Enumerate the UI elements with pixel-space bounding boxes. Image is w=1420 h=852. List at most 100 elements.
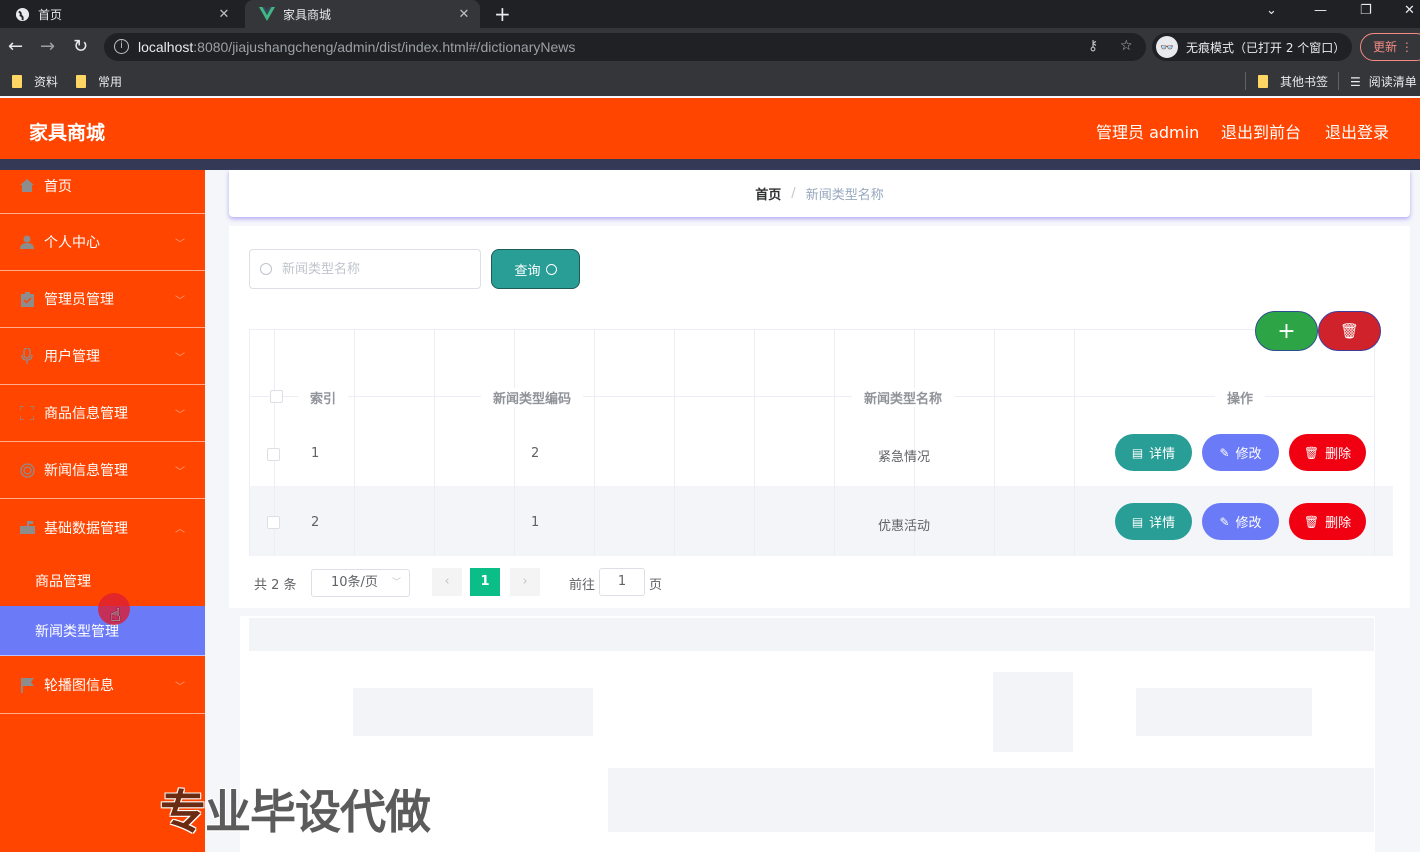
user-icon — [19, 234, 35, 250]
exit-to-frontend-link[interactable]: 退出到前台 — [1221, 119, 1301, 143]
sidebar-item-base-data[interactable]: 基础数据管理 ︿ — [0, 499, 205, 556]
pencil-icon: ✎ — [1219, 445, 1230, 460]
news-type-table: 索引 新闻类型编码 新闻类型名称 操作 1 2 紧急情况 ▤ 详情 ✎ 修改 🗑 删除… — [249, 329, 1393, 556]
goto-page-input[interactable]: 1 — [599, 568, 645, 596]
close-window-icon[interactable]: ✕ — [1404, 3, 1415, 18]
breadcrumb-current: 新闻类型名称 — [805, 188, 884, 203]
address-bar[interactable]: i localhost:8080/jiajushangcheng/admin/d… — [104, 33, 1146, 61]
bookmarks-bar: 资料 常用 其他书签 ☰ 阅读清单 — [0, 66, 1420, 96]
sidebar-item-news-info[interactable]: 新闻信息管理 ﹀ — [0, 442, 205, 499]
mailbox-icon — [19, 520, 35, 536]
forward-icon[interactable]: → — [40, 36, 55, 57]
search-icon — [545, 263, 557, 275]
chevron-up-icon: ︿ — [175, 524, 185, 535]
page-size-select[interactable]: 10条/页 ﹀ — [311, 569, 410, 597]
trash-icon: 🗑 — [1303, 514, 1320, 529]
ghost-overlay — [608, 768, 1374, 832]
sidebar-item-product-info[interactable]: 商品信息管理 ﹀ — [0, 385, 205, 442]
site-info-icon[interactable]: i — [114, 39, 129, 54]
sidebar-item-carousel[interactable]: 轮播图信息 ﹀ — [0, 657, 205, 714]
admin-user-label: 管理员 admin — [1096, 123, 1200, 142]
sidebar-item-home[interactable]: 首页 — [0, 158, 205, 214]
sidebar-item-personal-center[interactable]: 个人中心 ﹀ — [0, 214, 205, 271]
delete-button[interactable]: 🗑 删除 — [1289, 434, 1366, 471]
clipboard-icon — [19, 291, 35, 307]
logout-link[interactable]: 退出登录 — [1325, 119, 1389, 143]
column-header-actions: 操作 — [1215, 388, 1266, 407]
table-cell-name: 优惠活动 — [878, 519, 931, 534]
plus-icon: + — [1277, 318, 1296, 344]
breadcrumb-separator: / — [791, 186, 796, 201]
detail-button[interactable]: ▤ 详情 — [1115, 434, 1192, 471]
sidebar-item-user-management[interactable]: 用户管理 ﹀ — [0, 328, 205, 385]
header-divider — [0, 159, 1420, 170]
edit-button[interactable]: ✎ 修改 — [1202, 434, 1279, 471]
bookmark-folder[interactable]: 常用 — [76, 73, 122, 90]
restore-icon[interactable]: ❐ — [1360, 3, 1372, 18]
tab-title: 首页 — [38, 7, 63, 22]
news-type-name-search[interactable] — [249, 249, 481, 289]
chevron-down-icon: ﹀ — [175, 681, 185, 693]
brand-title: 家具商城 — [29, 122, 106, 144]
document-icon: ▤ — [1131, 514, 1144, 529]
folder-icon — [76, 75, 86, 88]
home-icon — [19, 178, 35, 194]
ghost-overlay — [1136, 688, 1312, 736]
sidebar-item-admin-management[interactable]: 管理员管理 ﹀ — [0, 271, 205, 328]
incognito-indicator[interactable]: 👓 无痕模式（已打开 2 个窗口） — [1152, 33, 1352, 61]
globe-icon — [14, 6, 30, 22]
watermark-text: 专业毕设代做 — [160, 785, 431, 839]
breadcrumb-home[interactable]: 首页 — [755, 184, 781, 203]
tab-close-icon[interactable]: ✕ — [454, 7, 474, 22]
breadcrumb: 首页 / 新闻类型名称 — [229, 170, 1410, 217]
update-button[interactable]: 更新 ⋮ — [1360, 33, 1420, 61]
browser-tab-bar: 首页 ✕ 家具商城 ✕ + ⌄ — ❐ ✕ — [0, 0, 1420, 28]
document-icon: ▤ — [1131, 445, 1144, 460]
back-icon[interactable]: ← — [8, 36, 23, 57]
table-cell-index: 2 — [311, 515, 320, 530]
browser-tab-home[interactable]: 首页 ✕ — [0, 0, 240, 28]
query-button[interactable]: 查询 — [491, 249, 580, 289]
browser-tab-shop[interactable]: 家具商城 ✕ — [245, 0, 480, 28]
tab-close-icon[interactable]: ✕ — [214, 7, 234, 22]
row-checkbox[interactable] — [267, 448, 280, 461]
table-cell-index: 1 — [311, 446, 320, 461]
new-tab-icon[interactable]: + — [494, 2, 511, 26]
ghost-overlay — [353, 688, 593, 736]
microphone-icon — [19, 348, 35, 364]
add-button[interactable]: + — [1255, 311, 1318, 351]
chevron-down-icon: ﹀ — [175, 409, 185, 421]
hand-cursor-icon: ☝ — [110, 605, 121, 626]
chevron-down-icon: ﹀ — [175, 238, 185, 250]
row-checkbox[interactable] — [267, 516, 280, 529]
delete-button[interactable]: 🗑 删除 — [1289, 503, 1366, 540]
table-cell-code: 1 — [531, 515, 540, 530]
bulk-delete-button[interactable]: 🗑 — [1318, 311, 1381, 351]
table-cell-name: 紧急情况 — [878, 450, 931, 465]
url-text[interactable]: localhost:8080/jiajushangcheng/admin/dis… — [138, 39, 575, 55]
bookmark-folder[interactable]: 资料 — [12, 73, 58, 90]
next-page-button[interactable]: › — [510, 568, 540, 596]
star-icon[interactable]: ☆ — [1120, 38, 1133, 54]
prev-page-button[interactable]: ‹ — [432, 568, 462, 596]
reload-icon[interactable]: ↻ — [73, 36, 88, 57]
minimize-icon[interactable]: — — [1314, 3, 1327, 18]
chevron-down-icon: ﹀ — [175, 295, 185, 307]
column-header-code: 新闻类型编码 — [481, 388, 584, 407]
app-header: 家具商城 管理员 admin 退出到前台 退出登录 — [0, 98, 1420, 159]
reading-list[interactable]: ☰ 阅读清单 — [1350, 73, 1417, 90]
edit-button[interactable]: ✎ 修改 — [1202, 503, 1279, 540]
pencil-icon: ✎ — [1219, 514, 1230, 529]
table-cell-code: 2 — [531, 446, 540, 461]
detail-button[interactable]: ▤ 详情 — [1115, 503, 1192, 540]
tab-title: 家具商城 — [283, 7, 332, 22]
incognito-label: 无痕模式（已打开 2 个窗口） — [1186, 40, 1346, 55]
other-bookmarks[interactable]: 其他书签 — [1258, 73, 1328, 90]
page-number-active[interactable]: 1 — [470, 568, 500, 596]
incognito-icon: 👓 — [1156, 36, 1178, 58]
key-icon[interactable]: ⚷ — [1088, 38, 1098, 54]
search-input[interactable] — [282, 261, 462, 277]
tab-search-icon[interactable]: ⌄ — [1266, 3, 1277, 18]
select-all-checkbox[interactable] — [270, 390, 283, 403]
folder-icon — [12, 75, 22, 88]
